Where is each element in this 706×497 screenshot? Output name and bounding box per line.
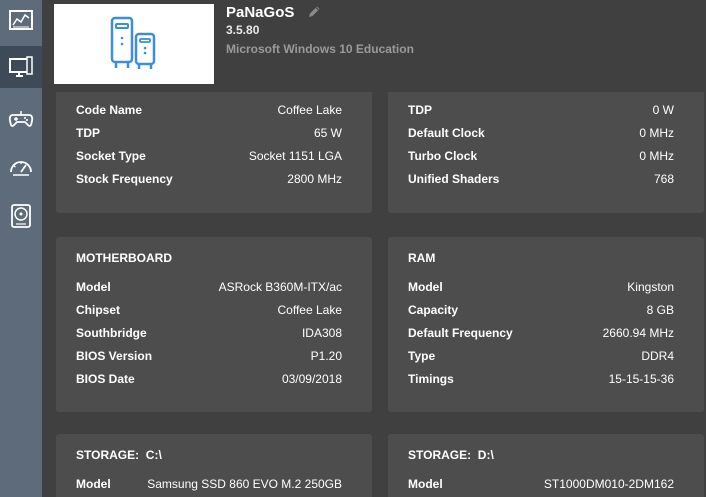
ram-row: Timings 15-15-15-36 — [408, 372, 674, 386]
app-logo — [54, 4, 214, 84]
card-title: STORAGE: C:\ — [76, 448, 162, 462]
sidebar-item-storage[interactable] — [0, 195, 42, 237]
details-scroll-area[interactable]: Code Name Coffee Lake TDP 65 W Socket Type… — [42, 92, 706, 497]
cpu-row: Stock Frequency 2800 MHz — [76, 172, 342, 186]
cpu-card: Code Name Coffee Lake TDP 65 W Socket Type… — [56, 92, 372, 213]
gamepad-icon — [8, 111, 34, 127]
ram-card: RAM Model Kingston Capacity 8 GB Default F… — [388, 237, 704, 412]
sidebar-item-computer[interactable] — [0, 46, 42, 88]
gpu-row: Default Clock 0 MHz — [408, 126, 674, 140]
sidebar-item-games[interactable] — [0, 98, 42, 140]
sidebar-item-performance[interactable] — [0, 146, 42, 188]
speedometer-icon — [10, 161, 32, 176]
card-title: MOTHERBOARD — [76, 251, 172, 265]
dashboard-icon — [9, 10, 33, 30]
motherboard-row: Model ASRock B360M-ITX/ac — [76, 280, 342, 294]
gpu-card: TDP 0 W Default Clock 0 MHz Turbo Clock 0 M… — [388, 92, 704, 213]
gpu-row: TDP 0 W — [408, 103, 674, 117]
ram-row: Model Kingston — [408, 280, 674, 294]
ram-row: Default Frequency 2660.94 MHz — [408, 326, 674, 340]
storage-d-card: STORAGE: D:\ Model ST1000DM010-2DM162 — [388, 434, 704, 497]
sidebar-item-dashboard[interactable] — [0, 0, 42, 42]
app-header: PaNaGoS 3.5.80 Microsoft Windows 10 Educ… — [42, 0, 706, 92]
disk-icon — [11, 204, 31, 228]
card-title: RAM — [408, 251, 436, 265]
gpu-row: Turbo Clock 0 MHz — [408, 149, 674, 163]
storage-d-row: Model ST1000DM010-2DM162 — [408, 477, 674, 491]
app-version: 3.5.80 — [226, 23, 260, 37]
motherboard-row: Southbridge IDA308 — [76, 326, 342, 340]
cpu-row: TDP 65 W — [76, 126, 342, 140]
pc-tower-icon — [110, 16, 156, 69]
motherboard-row: Chipset Coffee Lake — [76, 303, 342, 317]
cpu-row: Socket Type Socket 1151 LGA — [76, 149, 342, 163]
storage-c-row: Model Samsung SSD 860 EVO M.2 250GB — [76, 477, 342, 491]
gpu-row: Unified Shaders 768 — [408, 172, 674, 186]
os-name: Microsoft Windows 10 Education — [226, 42, 414, 56]
app-name: PaNaGoS — [226, 4, 295, 21]
computer-icon — [9, 56, 33, 77]
main-content: PaNaGoS 3.5.80 Microsoft Windows 10 Educ… — [42, 0, 706, 497]
ram-row: Capacity 8 GB — [408, 303, 674, 317]
sidebar — [0, 0, 42, 497]
pencil-icon[interactable] — [306, 4, 322, 20]
card-title: STORAGE: D:\ — [408, 448, 494, 462]
storage-c-card: STORAGE: C:\ Model Samsung SSD 860 EVO M.… — [56, 434, 372, 497]
ram-row: Type DDR4 — [408, 349, 674, 363]
motherboard-card: MOTHERBOARD Model ASRock B360M-ITX/ac Chi… — [56, 237, 372, 412]
motherboard-row: BIOS Date 03/09/2018 — [76, 372, 342, 386]
motherboard-row: BIOS Version P1.20 — [76, 349, 342, 363]
cpu-row: Code Name Coffee Lake — [76, 103, 342, 117]
